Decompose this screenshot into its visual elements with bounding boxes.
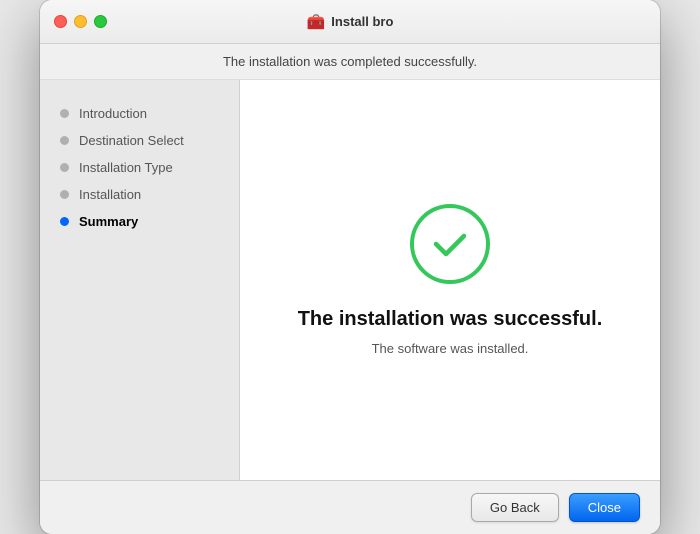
status-text: The installation was completed successfu… (223, 54, 477, 69)
sidebar-item-destination-select[interactable]: Destination Select (40, 127, 239, 154)
close-window-button[interactable] (54, 15, 67, 28)
minimize-window-button[interactable] (74, 15, 87, 28)
go-back-button[interactable]: Go Back (471, 493, 559, 522)
success-icon-circle (410, 204, 490, 284)
sidebar: Introduction Destination Select Installa… (40, 80, 240, 480)
main-panel: The installation was successful. The sof… (240, 80, 660, 480)
sidebar-dot-installation-type (60, 163, 69, 172)
sidebar-label-destination-select: Destination Select (79, 133, 184, 148)
sidebar-dot-installation (60, 190, 69, 199)
sidebar-label-introduction: Introduction (79, 106, 147, 121)
sidebar-dot-introduction (60, 109, 69, 118)
status-bar: The installation was completed successfu… (40, 44, 660, 80)
sidebar-item-summary[interactable]: Summary (40, 208, 239, 235)
sidebar-dot-destination-select (60, 136, 69, 145)
installer-window: 🧰 Install bro The installation was compl… (40, 0, 660, 534)
sidebar-label-installation-type: Installation Type (79, 160, 173, 175)
window-title: 🧰 Install bro (307, 13, 394, 31)
sidebar-label-summary: Summary (79, 214, 138, 229)
checkmark-icon (428, 222, 472, 266)
maximize-window-button[interactable] (94, 15, 107, 28)
sidebar-dot-summary (60, 217, 69, 226)
sidebar-item-installation-type[interactable]: Installation Type (40, 154, 239, 181)
title-emoji: 🧰 (307, 13, 326, 31)
sidebar-item-installation[interactable]: Installation (40, 181, 239, 208)
close-button[interactable]: Close (569, 493, 640, 522)
content-area: Introduction Destination Select Installa… (40, 80, 660, 480)
title-text: Install bro (331, 14, 393, 29)
sidebar-item-introduction[interactable]: Introduction (40, 100, 239, 127)
footer: Go Back Close (40, 480, 660, 534)
traffic-lights (54, 15, 107, 28)
sidebar-label-installation: Installation (79, 187, 141, 202)
titlebar: 🧰 Install bro (40, 0, 660, 44)
success-title: The installation was successful. (298, 308, 603, 331)
success-subtitle: The software was installed. (372, 341, 529, 356)
